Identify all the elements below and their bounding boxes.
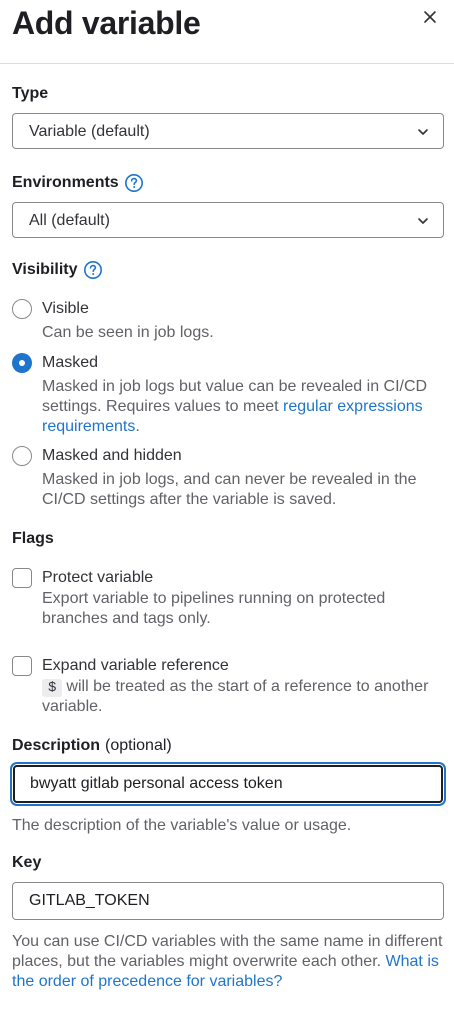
visibility-masked-hidden-help: Masked in job logs, and can never be rev… xyxy=(42,471,417,508)
visibility-masked-hidden-radio[interactable] xyxy=(12,446,32,466)
question-circle-icon[interactable] xyxy=(124,173,144,193)
close-icon xyxy=(424,11,436,23)
key-help: You can use CI/CD variables with the sam… xyxy=(12,933,443,990)
expand-variable-help: $ will be treated as the start of a refer… xyxy=(42,678,429,715)
environments-label: Environments xyxy=(12,173,144,193)
description-help: The description of the variable's value … xyxy=(12,817,352,834)
protect-variable-label[interactable]: Protect variable xyxy=(42,568,153,588)
environments-select-value: All (default) xyxy=(29,212,110,229)
drawer-header: Add variable xyxy=(0,0,454,64)
type-select-value: Variable (default) xyxy=(29,123,150,140)
visibility-visible-radio[interactable] xyxy=(12,299,32,319)
description-label: Description (optional) xyxy=(12,737,172,754)
visibility-masked-hidden-label[interactable]: Masked and hidden xyxy=(42,446,182,466)
visibility-masked-label[interactable]: Masked xyxy=(42,353,98,373)
visibility-visible-help: Can be seen in job logs. xyxy=(42,324,214,341)
expand-variable-checkbox[interactable] xyxy=(12,656,32,676)
protect-variable-checkbox[interactable] xyxy=(12,568,32,588)
question-circle-icon[interactable] xyxy=(83,260,103,280)
visibility-label: Visibility xyxy=(12,260,103,280)
protect-variable-help: Export variable to pipelines running on … xyxy=(42,590,386,627)
chevron-down-icon xyxy=(418,129,428,135)
visibility-visible-label[interactable]: Visible xyxy=(42,299,89,319)
description-input[interactable] xyxy=(13,765,443,803)
close-button[interactable] xyxy=(419,6,441,28)
drawer-title: Add variable xyxy=(12,5,201,41)
flags-label: Flags xyxy=(12,530,54,547)
expand-variable-label[interactable]: Expand variable reference xyxy=(42,656,229,676)
dollar-code: $ xyxy=(42,679,63,697)
type-label: Type xyxy=(12,85,49,102)
key-label: Key xyxy=(12,854,42,871)
visibility-masked-radio[interactable] xyxy=(12,353,32,373)
environments-select[interactable]: All (default) xyxy=(12,202,444,238)
key-input[interactable] xyxy=(12,882,444,920)
type-select[interactable]: Variable (default) xyxy=(12,113,444,149)
visibility-masked-help: Masked in job logs but value can be reve… xyxy=(42,378,428,435)
chevron-down-icon xyxy=(418,218,428,224)
